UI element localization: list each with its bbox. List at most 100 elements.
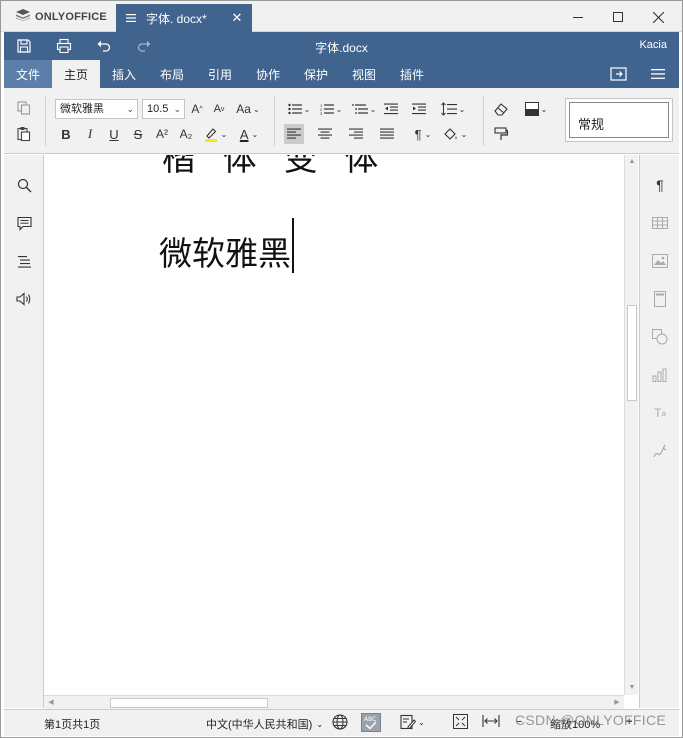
scroll-right-arrow-icon[interactable]: ▶ — [612, 698, 622, 708]
copy-icon[interactable] — [14, 98, 34, 118]
font-name-value: 微软雅黑 — [60, 103, 104, 115]
change-case-label: Aa — [236, 102, 251, 116]
document-language-button[interactable] — [332, 714, 348, 730]
font-name-select[interactable]: 微软雅黑 ⌄ — [55, 99, 138, 119]
align-right-icon — [349, 128, 363, 139]
multilevel-list-button[interactable]: ⌄ — [349, 99, 379, 119]
chevron-down-icon: ⌄ — [335, 104, 343, 114]
document-canvas[interactable]: 楷 体 变 体 微软雅黑 — [44, 155, 624, 695]
clear-style-button[interactable] — [491, 99, 511, 119]
grow-font-button[interactable]: A ^ — [188, 99, 206, 119]
font-size-select[interactable]: 10.5 ⌄ — [142, 99, 185, 119]
superscript-button[interactable]: A² — [152, 124, 172, 144]
justify-button[interactable] — [377, 124, 397, 144]
align-center-icon — [318, 128, 332, 139]
bullet-list-icon — [287, 103, 302, 115]
language-selector[interactable]: 中文(中华人民共和国) ⌄ — [206, 716, 323, 732]
vertical-scroll-thumb[interactable] — [627, 305, 637, 401]
document-tab[interactable]: 字体. docx* ✕ — [116, 4, 252, 32]
paragraph-settings-icon[interactable]: ¶ — [650, 175, 670, 195]
highlight-color-button[interactable]: ⌄ — [200, 124, 230, 144]
scroll-down-arrow-icon[interactable]: ▼ — [627, 683, 637, 693]
hamburger-menu-icon[interactable] — [651, 68, 665, 83]
subscript-button[interactable]: A₂ — [176, 124, 196, 144]
italic-button[interactable]: I — [80, 124, 100, 144]
track-changes-icon — [400, 714, 416, 730]
tab-file[interactable]: 文件 — [4, 60, 52, 88]
comments-icon[interactable] — [14, 213, 34, 233]
paste-icon[interactable] — [14, 124, 34, 144]
vertical-scrollbar[interactable]: ▲ ▼ — [624, 155, 638, 695]
search-icon[interactable] — [14, 175, 34, 195]
horizontal-scrollbar[interactable]: ◀ ▶ — [44, 695, 624, 709]
grow-font-label: A — [191, 102, 200, 116]
align-center-button[interactable] — [315, 124, 335, 144]
document-line-previous[interactable]: 楷 体 变 体 — [162, 155, 386, 180]
track-changes-button[interactable]: ⌄ — [400, 714, 425, 730]
chevron-down-icon: ⌄ — [369, 104, 377, 114]
tab-collaborate[interactable]: 协作 — [244, 60, 292, 88]
table-settings-icon[interactable] — [650, 213, 670, 233]
increase-indent-button[interactable] — [409, 99, 429, 119]
signature-settings-icon[interactable] — [650, 441, 670, 461]
align-left-icon — [287, 128, 301, 139]
speaker-icon[interactable] — [14, 289, 34, 309]
underline-button[interactable]: U — [104, 124, 124, 144]
tab-home[interactable]: 主页 — [52, 60, 100, 88]
horizontal-scroll-thumb[interactable] — [110, 698, 268, 708]
bullet-list-button[interactable]: ⌄ — [285, 99, 313, 119]
paragraph-shading-button[interactable]: ⌄ — [440, 124, 470, 144]
open-file-location-icon[interactable] — [610, 66, 628, 85]
scroll-up-arrow-icon[interactable]: ▲ — [627, 157, 637, 167]
shrink-font-label: A — [213, 103, 221, 115]
tab-plugins[interactable]: 插件 — [388, 60, 436, 88]
strikethrough-button[interactable]: S — [128, 124, 148, 144]
line-spacing-button[interactable]: ⌄ — [438, 99, 468, 119]
shape-settings-icon[interactable] — [650, 327, 670, 347]
tab-protect[interactable]: 保护 — [292, 60, 340, 88]
chart-settings-icon[interactable] — [650, 365, 670, 385]
user-name[interactable]: Kacia — [639, 39, 667, 51]
text-art-settings-icon[interactable]: Ta — [650, 403, 670, 423]
page-info[interactable]: 第1页共1页 — [44, 716, 100, 732]
shrink-font-button[interactable]: Av — [210, 99, 228, 119]
minimize-button[interactable] — [566, 7, 590, 27]
document-title: 字体.docx — [315, 41, 368, 55]
align-right-button[interactable] — [346, 124, 366, 144]
numbered-list-button[interactable]: 123 ⌄ — [317, 99, 345, 119]
tab-menu-icon[interactable] — [126, 11, 136, 25]
scroll-left-arrow-icon[interactable]: ◀ — [46, 698, 56, 708]
maximize-button[interactable] — [606, 7, 630, 27]
left-sidebar — [4, 155, 44, 708]
nonprinting-characters-button[interactable]: ¶ ⌄ — [408, 124, 438, 144]
copy-style-button[interactable] — [491, 124, 511, 144]
image-settings-icon[interactable] — [650, 251, 670, 271]
navigation-icon[interactable] — [14, 251, 34, 271]
header-footer-settings-icon[interactable] — [650, 289, 670, 309]
toolbar-separator — [45, 96, 46, 146]
decrease-indent-button[interactable] — [381, 99, 401, 119]
align-left-button[interactable] — [284, 124, 304, 144]
watermark: CSDN @ONLYOFFICE — [515, 712, 666, 728]
fit-page-button[interactable] — [453, 714, 468, 729]
style-gallery[interactable]: 常规 — [565, 98, 673, 142]
line-spacing-icon — [440, 102, 457, 116]
tab-references[interactable]: 引用 — [196, 60, 244, 88]
change-case-button[interactable]: Aa ⌄ — [233, 99, 263, 119]
font-color-button[interactable]: A ⌄ — [234, 124, 264, 144]
tab-layout[interactable]: 布局 — [148, 60, 196, 88]
color-scheme-button[interactable]: ⌄ — [521, 99, 551, 119]
document-line-current[interactable]: 微软雅黑 — [159, 227, 291, 275]
tab-close-icon[interactable]: ✕ — [228, 10, 246, 26]
style-normal[interactable]: 常规 — [569, 102, 669, 138]
spell-check-icon: ABC — [361, 713, 381, 732]
toolbar-separator — [483, 96, 484, 146]
text-cursor — [292, 218, 294, 273]
app-brand[interactable]: ONLYOFFICE — [16, 9, 107, 24]
bold-button[interactable]: B — [56, 124, 76, 144]
tab-view[interactable]: 视图 — [340, 60, 388, 88]
spell-check-button[interactable]: ABC — [361, 713, 381, 732]
fit-width-button[interactable] — [482, 715, 500, 727]
tab-insert[interactable]: 插入 — [100, 60, 148, 88]
close-window-button[interactable] — [646, 7, 670, 27]
